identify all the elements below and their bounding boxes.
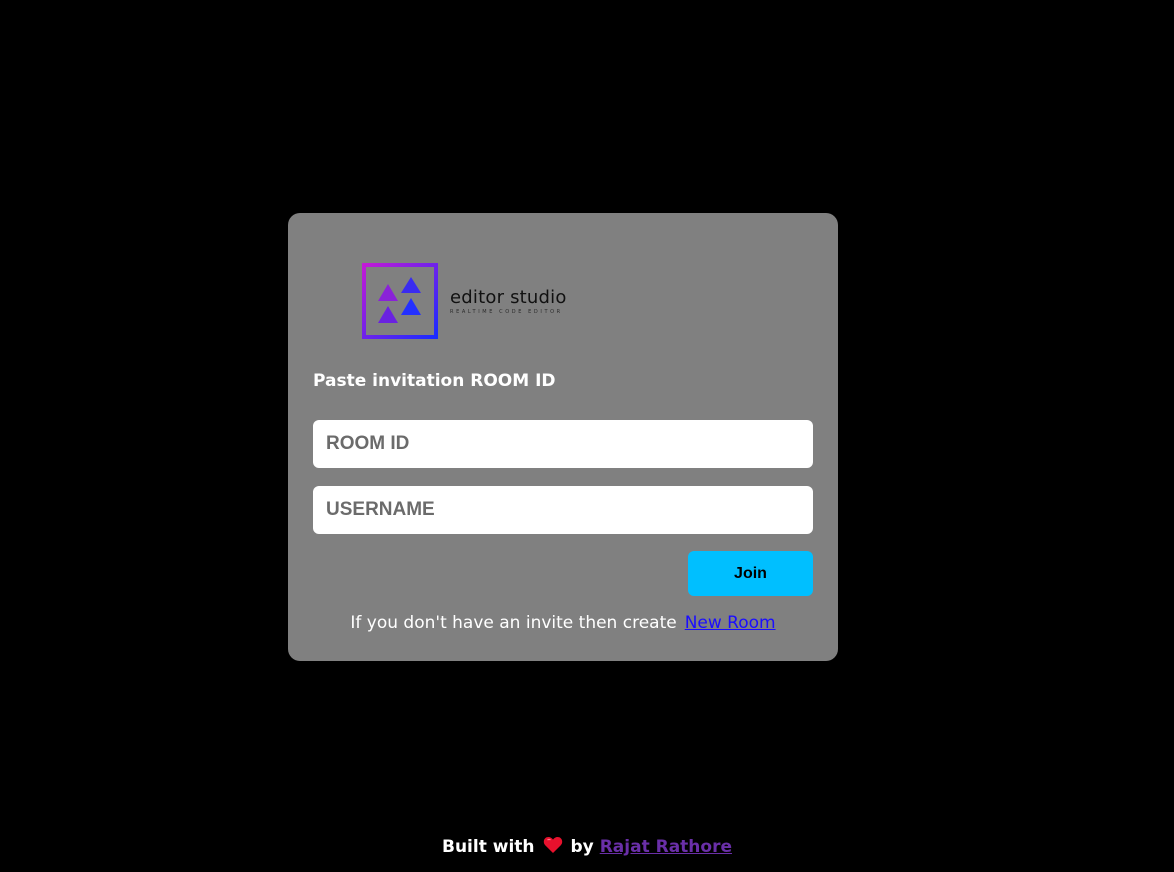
form-heading: Paste invitation ROOM ID <box>313 371 556 391</box>
invite-message: If you don't have an invite then create N… <box>288 613 838 633</box>
logo-title: editor studio <box>450 287 567 308</box>
new-room-link[interactable]: New Room <box>685 613 776 633</box>
footer-built-with: Built with <box>441 837 535 857</box>
author-link[interactable]: Rajat Rathore <box>600 837 732 857</box>
join-button[interactable]: Join <box>688 551 813 596</box>
page: editor studio REALTIME CODE EDITOR Paste… <box>0 0 1174 872</box>
footer-by: by <box>570 837 594 857</box>
logo-subtitle: REALTIME CODE EDITOR <box>450 309 563 315</box>
room-id-input[interactable] <box>313 420 813 468</box>
join-room-card: editor studio REALTIME CODE EDITOR Paste… <box>288 213 838 661</box>
invite-text: If you don't have an invite then create <box>350 613 677 633</box>
footer: Built with by Rajat Rathore <box>0 836 1174 857</box>
username-input[interactable] <box>313 486 813 534</box>
app-logo: editor studio REALTIME CODE EDITOR <box>362 263 582 339</box>
triangles-logo-icon <box>362 263 438 339</box>
heart-icon <box>543 837 562 853</box>
